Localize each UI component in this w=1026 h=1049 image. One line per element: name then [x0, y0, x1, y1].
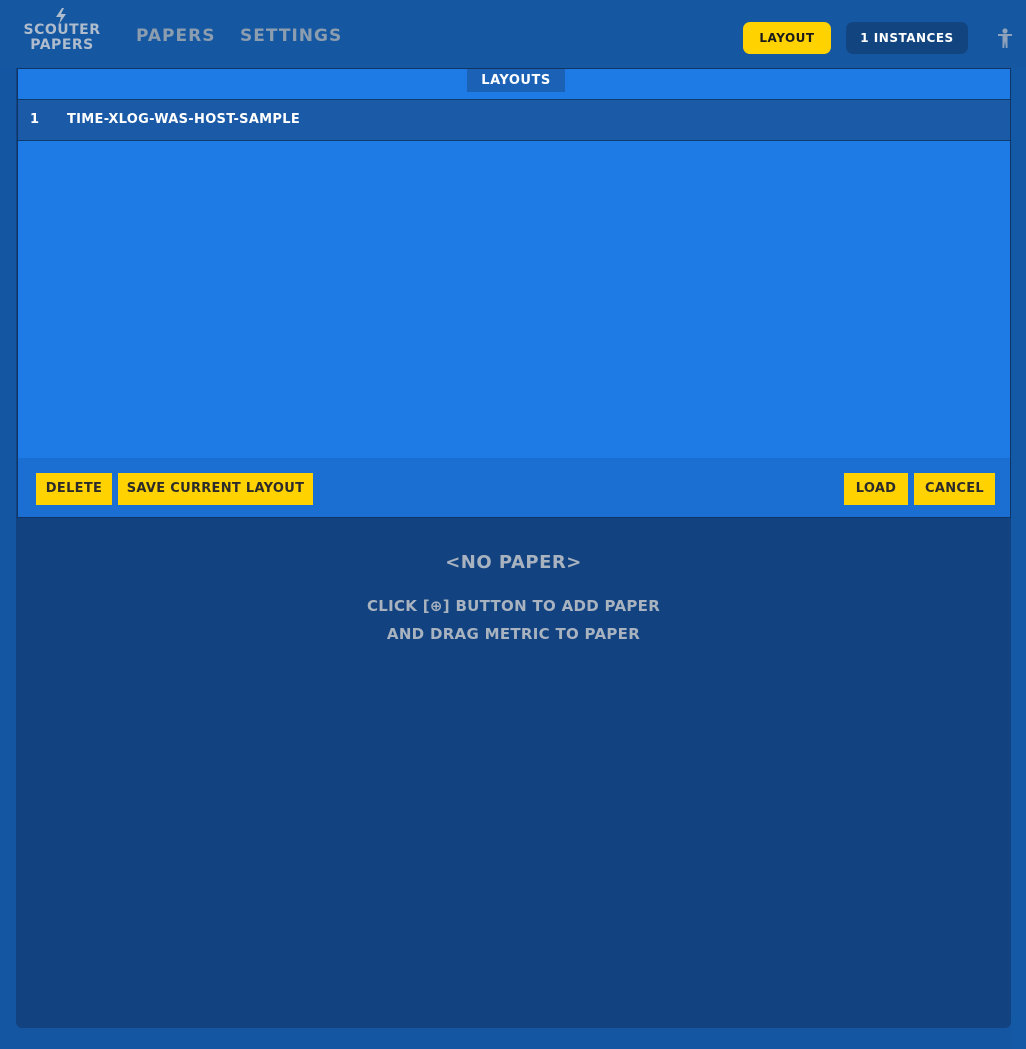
app-window: SCOUTER PAPERS PAPERS SETTINGS LAYOUT 1 …	[0, 0, 1026, 1049]
instances-button[interactable]: 1 INSTANCES	[846, 22, 968, 54]
empty-state-title: <NO PAPER>	[445, 552, 582, 573]
layout-button[interactable]: LAYOUT	[743, 22, 831, 54]
delete-button[interactable]: DELETE	[36, 473, 112, 505]
nav-settings[interactable]: SETTINGS	[240, 26, 342, 46]
nav-papers[interactable]: PAPERS	[136, 26, 215, 46]
app-logo[interactable]: SCOUTER PAPERS	[22, 8, 102, 58]
top-bar: SCOUTER PAPERS PAPERS SETTINGS LAYOUT 1 …	[0, 0, 1026, 68]
cancel-button[interactable]: CANCEL	[914, 473, 995, 505]
user-icon[interactable]	[997, 28, 1013, 48]
logo-text-line2: PAPERS	[30, 37, 94, 53]
layout-list-item[interactable]: 1 TIME-XLOG-WAS-HOST-SAMPLE	[18, 100, 1010, 141]
layouts-dialog: LAYOUTS 1 TIME-XLOG-WAS-HOST-SAMPLE DELE…	[17, 68, 1011, 518]
load-button[interactable]: LOAD	[844, 473, 908, 505]
dialog-footer: DELETE SAVE CURRENT LAYOUT LOAD CANCEL	[18, 458, 1010, 517]
lightning-bolt-icon	[56, 8, 66, 24]
dialog-header: LAYOUTS	[18, 69, 1010, 99]
dialog-title: LAYOUTS	[467, 69, 565, 92]
save-current-layout-button[interactable]: SAVE CURRENT LAYOUT	[118, 473, 313, 505]
layout-list: 1 TIME-XLOG-WAS-HOST-SAMPLE	[18, 99, 1010, 459]
empty-state-instruction-2: AND DRAG METRIC TO PAPER	[386, 625, 641, 643]
window-edge	[1011, 68, 1026, 1049]
layout-item-name: TIME-XLOG-WAS-HOST-SAMPLE	[67, 112, 301, 127]
logo-text-line1: SCOUTER	[23, 22, 101, 38]
empty-state-instruction-1: CLICK [⊕] BUTTON TO ADD PAPER	[366, 597, 661, 615]
layout-item-number: 1	[30, 112, 40, 127]
